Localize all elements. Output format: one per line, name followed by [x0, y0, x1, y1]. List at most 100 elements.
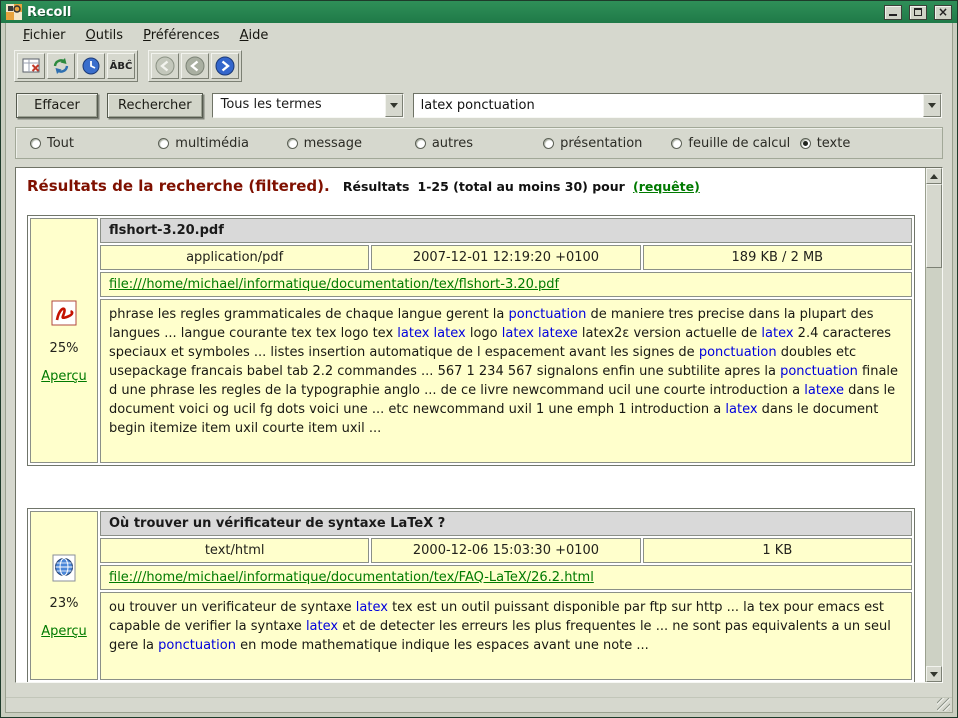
filter-autres[interactable]: autres [415, 136, 543, 151]
result-size: 189 KB / 2 MB [643, 245, 912, 270]
next-page-button[interactable] [211, 53, 239, 79]
update-index-button[interactable] [47, 53, 75, 79]
resize-grip[interactable] [937, 698, 950, 711]
result-side-panel: 23% Aperçu [30, 511, 98, 680]
arrow-up-icon [930, 170, 938, 179]
menubar: FichierOutilsPréférencesAide [6, 23, 952, 47]
close-icon: × [938, 6, 948, 18]
filter-feuille-de-calcul[interactable]: feuille de calcul [671, 136, 799, 151]
filter-presentation[interactable]: présentation [543, 136, 671, 151]
filter-multimedia[interactable]: multimédia [158, 136, 286, 151]
result-snippet: ou trouver un verificateur de syntaxe la… [100, 592, 912, 680]
arrow-left-disabled-icon [154, 55, 176, 77]
query-history-arrow-button[interactable] [923, 94, 941, 117]
menu-fichier[interactable]: Fichier [14, 26, 75, 45]
scroll-down-button[interactable] [926, 666, 942, 682]
table-clear-icon [20, 55, 42, 77]
clear-search-button[interactable] [17, 53, 45, 79]
menu-outils[interactable]: Outils [77, 26, 133, 45]
query-combo [413, 93, 942, 118]
result-url-link[interactable]: file:///home/michael/informatique/docume… [109, 277, 559, 292]
result-mime-type: text/html [100, 538, 369, 563]
prev-page-button[interactable] [181, 53, 209, 79]
results-list: 25% Aperçu flshort-3.20.pdf application/… [25, 215, 919, 682]
abc-icon: ÂBĈ [110, 61, 133, 72]
chevron-down-icon [928, 103, 936, 112]
doc-history-button[interactable] [77, 53, 105, 79]
result-entry: 25% Aperçu flshort-3.20.pdf application/… [27, 215, 915, 466]
preview-link[interactable]: Aperçu [41, 624, 87, 639]
filter-bar: Tout multimédia message autres présentation f… [15, 127, 943, 159]
result-title: Où trouver un vérificateur de syntaxe La… [100, 511, 912, 536]
doc-type-icon [49, 298, 79, 328]
minimize-button[interactable] [884, 5, 902, 20]
chevron-down-icon [390, 103, 398, 112]
term-explorer-button[interactable]: ÂBĈ [107, 53, 135, 79]
doc-type-icon [49, 553, 79, 583]
maximize-button[interactable] [909, 5, 927, 20]
scroll-up-button[interactable] [926, 168, 942, 184]
scrollbar-track[interactable] [926, 268, 942, 666]
pdf-icon [49, 298, 79, 328]
toolbar-group-nav [148, 50, 242, 82]
relevance-percent: 23% [50, 596, 79, 611]
filter-label: message [304, 136, 362, 151]
first-page-button[interactable] [151, 53, 179, 79]
filter-label: feuille de calcul [688, 136, 790, 151]
filter-label: texte [817, 136, 851, 151]
status-bar [6, 697, 952, 712]
client-area: FichierOutilsPréférencesAide [5, 23, 953, 713]
relevance-percent: 25% [50, 341, 79, 356]
results-range: 1-25 (total au moins 30) pour [418, 179, 625, 194]
maximize-icon [914, 8, 922, 16]
recoll-window: Recoll × FichierOutilsPréférencesAide [0, 0, 958, 718]
results-header: Résultats de la recherche (filtered). Ré… [27, 177, 917, 195]
radio-icon [158, 138, 169, 149]
results-scrollbar[interactable] [925, 168, 942, 682]
html-icon [49, 553, 79, 583]
preview-link[interactable]: Aperçu [41, 369, 87, 384]
query-details-link[interactable]: (requête) [633, 179, 700, 194]
filter-texte[interactable]: texte [800, 136, 928, 151]
refresh-icon [50, 55, 72, 77]
result-date: 2000-12-06 15:03:30 +0100 [371, 538, 640, 563]
toolbar: ÂBĈ [6, 47, 952, 88]
results-area: Résultats de la recherche (filtered). Ré… [15, 167, 943, 683]
filter-label: présentation [560, 136, 642, 151]
arrow-down-icon [930, 672, 938, 681]
filter-label: multimédia [175, 136, 249, 151]
result-url-link[interactable]: file:///home/michael/informatique/docume… [109, 570, 594, 585]
result-snippet: phrase les regles grammaticales de chaqu… [100, 299, 912, 463]
search-input[interactable] [414, 94, 923, 117]
scrollbar-thumb[interactable] [926, 184, 942, 268]
radio-icon [30, 138, 41, 149]
result-title: flshort-3.20.pdf [100, 218, 912, 243]
toolbar-group-search: ÂBĈ [14, 50, 138, 82]
result-side-panel: 25% Aperçu [30, 218, 98, 463]
filter-label: autres [432, 136, 473, 151]
result-date: 2007-12-01 12:19:20 +0100 [371, 245, 640, 270]
result-mime-type: application/pdf [100, 245, 369, 270]
radio-icon [415, 138, 426, 149]
close-button[interactable]: × [934, 5, 952, 20]
filter-tout[interactable]: Tout [30, 136, 158, 151]
search-button[interactable]: Rechercher [107, 93, 203, 118]
radio-icon [543, 138, 554, 149]
search-mode-combo[interactable]: Tous les termes [212, 93, 404, 118]
recoll-logo-icon [6, 4, 22, 20]
search-mode-value: Tous les termes [213, 94, 385, 117]
clear-button[interactable]: Effacer [16, 93, 98, 118]
menu-aide[interactable]: Aide [231, 26, 278, 45]
results-scroll-area: Résultats de la recherche (filtered). Ré… [16, 168, 925, 682]
result-size: 1 KB [643, 538, 912, 563]
result-entry: 23% Aperçu Où trouver un vérificateur de… [27, 508, 915, 682]
menu-preferences[interactable]: Préférences [134, 26, 228, 45]
filter-message[interactable]: message [287, 136, 415, 151]
window-title: Recoll [27, 5, 877, 20]
arrow-right-icon [214, 55, 236, 77]
combo-arrow-button[interactable] [385, 94, 403, 117]
filter-label: Tout [47, 136, 74, 151]
radio-icon [671, 138, 682, 149]
results-stats-label: Résultats [343, 179, 410, 194]
arrow-left-icon [184, 55, 206, 77]
